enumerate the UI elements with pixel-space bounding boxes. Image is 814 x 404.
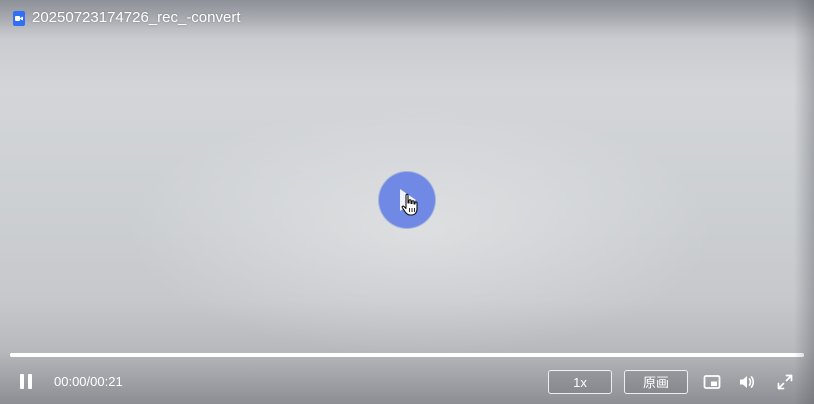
title-bar: 20250723174726_rec_-convert — [0, 0, 814, 40]
progress-fill — [10, 353, 804, 357]
video-file-icon — [13, 11, 25, 26]
pause-icon[interactable] — [18, 374, 34, 390]
quality-button[interactable]: 原画 — [624, 370, 688, 394]
picture-in-picture-icon[interactable] — [703, 373, 721, 391]
file-title: 20250723174726_rec_-convert — [32, 9, 241, 26]
video-player[interactable]: 20250723174726_rec_-convert 00:00/00:21 … — [0, 0, 814, 404]
volume-icon[interactable] — [738, 373, 756, 391]
watermark — [288, 90, 295, 102]
time-display: 00:00/00:21 — [54, 374, 123, 390]
hand-cursor-icon — [401, 193, 418, 216]
playback-speed-button[interactable]: 1x — [548, 370, 612, 394]
total-time: 00:21 — [90, 374, 123, 389]
current-time: 00:00 — [54, 374, 87, 389]
control-bar: 00:00/00:21 1x 原画 — [0, 358, 814, 404]
progress-bar[interactable] — [10, 353, 804, 357]
fullscreen-icon[interactable] — [776, 373, 794, 391]
